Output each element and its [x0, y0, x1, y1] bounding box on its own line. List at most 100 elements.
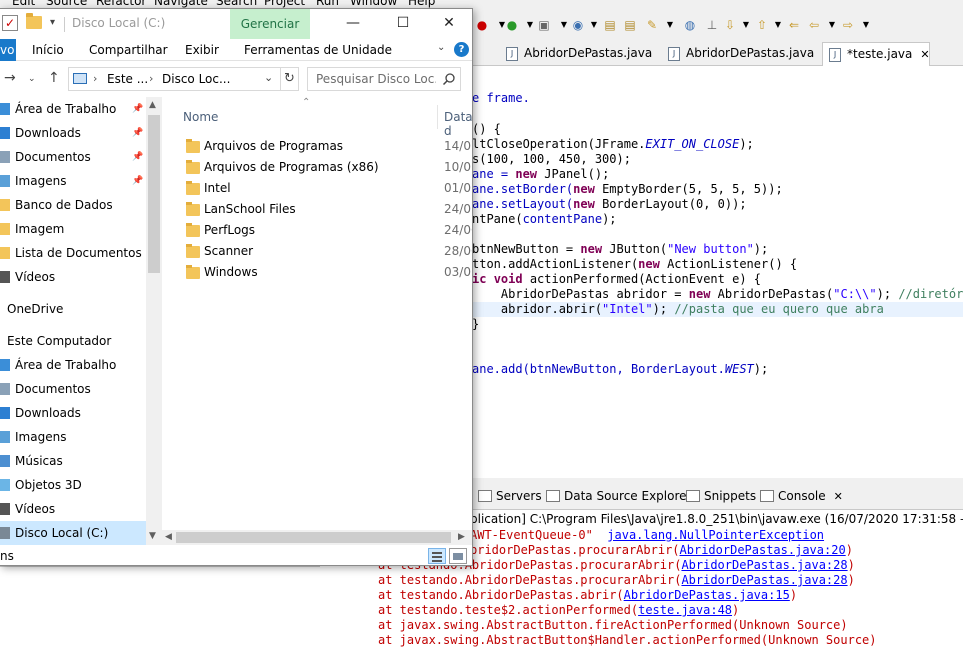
chevron-down-icon[interactable]: ⌄	[28, 74, 36, 84]
details-view-button[interactable]	[428, 548, 446, 564]
refresh-icon[interactable]: ↻	[280, 68, 298, 90]
menu-search[interactable]: Search	[216, 0, 257, 8]
console-link[interactable]: teste.java:48	[638, 603, 732, 617]
nav-item[interactable]: Objetos 3D	[0, 473, 146, 497]
nav-item[interactable]: Músicas	[0, 449, 146, 473]
list-item[interactable]: Windows 03/07	[180, 262, 472, 283]
breadcrumb-this-pc[interactable]: Este ...	[107, 72, 148, 86]
tab-drive-tools[interactable]: Ferramentas de Unidade	[244, 43, 392, 57]
scroll-left-icon[interactable]: ◀	[165, 532, 172, 542]
list-item[interactable]: Scanner 28/06	[180, 241, 472, 262]
menu-edit[interactable]: Edit	[12, 0, 35, 8]
nav-item[interactable]: Documentos 📌	[0, 145, 146, 169]
nav-item[interactable]: Imagem	[0, 217, 146, 241]
new-folder-icon[interactable]	[26, 13, 42, 29]
list-item[interactable]: Arquivos de Programas (x86) 10/07	[180, 157, 472, 178]
chevron-down-icon[interactable]: ⌄	[437, 42, 445, 53]
dropdown-icon[interactable]: ▼	[770, 18, 786, 32]
chevron-down-icon[interactable]: ⌄	[264, 71, 273, 84]
console-link[interactable]: java.lang.NullPointerException	[607, 528, 824, 542]
nav-scrollbar[interactable]: ▲ ▼	[146, 97, 162, 545]
run-icon[interactable]: ●	[504, 18, 520, 32]
last-edit-icon[interactable]: ⇐	[786, 18, 802, 32]
nav-item[interactable]: Vídeos	[0, 497, 146, 521]
menu-refactor[interactable]: Refactor	[96, 0, 146, 8]
nav-item[interactable]: Área de Trabalho	[0, 353, 146, 377]
column-divider[interactable]	[437, 105, 438, 129]
pin-icon[interactable]: 📌	[132, 169, 143, 193]
console-link[interactable]: AbridorDePastas.java:28	[681, 558, 847, 572]
console-link[interactable]: AbridorDePastas.java:15	[624, 588, 790, 602]
help-icon[interactable]: ?	[454, 42, 469, 57]
horizontal-scrollbar[interactable]: ◀ ▶	[162, 530, 472, 545]
scrollbar-thumb[interactable]	[176, 532, 451, 543]
back-icon[interactable]: ⇦	[806, 18, 822, 32]
menu-source[interactable]: Source	[46, 0, 87, 8]
nav-item[interactable]: Banco de Dados	[0, 193, 146, 217]
new-class-icon[interactable]: ◉	[570, 18, 586, 32]
manage-context-tab[interactable]: Gerenciar	[230, 9, 310, 39]
tab-servers[interactable]: Servers	[478, 489, 542, 503]
nav-item[interactable]: Documentos	[0, 377, 146, 401]
nav-item[interactable]: Vídeos	[0, 265, 146, 289]
tab-view[interactable]: Exibir	[185, 43, 219, 57]
chevron-down-icon[interactable]: ▾	[50, 17, 55, 28]
previous-annotation-icon[interactable]: ⇧	[754, 18, 770, 32]
list-item[interactable]: LanSchool Files 24/01	[180, 199, 472, 220]
forward-arrow-icon[interactable]: →	[4, 70, 16, 86]
nav-item[interactable]: Downloads	[0, 401, 146, 425]
nav-item[interactable]: OneDrive	[0, 297, 146, 321]
dropdown-icon[interactable]: ▼	[738, 18, 754, 32]
code-editor[interactable]: e frame. () { ltCloseOperation(JFrame.EX…	[470, 66, 963, 478]
nav-item[interactable]: Imagens	[0, 425, 146, 449]
menu-window[interactable]: Window	[350, 0, 397, 8]
tab-console[interactable]: Console ✕	[760, 489, 843, 503]
maximize-icon[interactable]: ☐	[380, 9, 426, 39]
menu-navigate[interactable]: Navigate	[154, 0, 208, 8]
open-task-icon[interactable]: ▤	[622, 18, 638, 32]
column-header-date[interactable]: Data d	[444, 110, 472, 138]
list-item[interactable]: Arquivos de Programas 14/07	[180, 136, 472, 157]
up-arrow-icon[interactable]: ↑	[48, 70, 60, 86]
editor-tab-abridor-2[interactable]: J AbridorDePastas.java	[662, 42, 822, 66]
pin-icon[interactable]: 📌	[132, 145, 143, 169]
pin-icon[interactable]: 📌	[132, 121, 143, 145]
tab-share[interactable]: Compartilhar	[89, 43, 168, 57]
editor-tab-teste[interactable]: J *teste.java ✕	[822, 42, 930, 66]
dropdown-icon[interactable]: ▼	[858, 18, 874, 32]
nav-item[interactable]: Este Computador	[0, 329, 146, 353]
large-icons-view-button[interactable]	[449, 548, 467, 564]
search-input[interactable]	[308, 68, 436, 90]
tab-home[interactable]: Início	[32, 43, 64, 57]
menu-help[interactable]: Help	[408, 0, 435, 8]
minimize-icon[interactable]: —	[330, 9, 376, 39]
address-bar[interactable]: › Este ... › Disco Loc... ⌄ ↻	[68, 67, 299, 91]
editor-tab-abridor-1[interactable]: J AbridorDePastas.java	[500, 42, 660, 66]
nav-item[interactable]: Lista de Documentos	[0, 241, 146, 265]
globe-icon[interactable]: ◍	[682, 18, 698, 32]
console-link[interactable]: AbridorDePastas.java:28	[681, 573, 847, 587]
scroll-down-icon[interactable]: ▼	[149, 531, 156, 541]
menu-project[interactable]: Project	[264, 0, 305, 8]
chevron-right-icon[interactable]: ›	[93, 72, 97, 85]
list-item[interactable]: PerfLogs 24/06	[180, 220, 472, 241]
tab-snippets[interactable]: Snippets	[686, 489, 756, 503]
dropdown-icon[interactable]: ▼	[662, 18, 678, 32]
scrollbar-thumb[interactable]	[148, 115, 160, 273]
scroll-right-icon[interactable]: ▶	[458, 532, 465, 542]
column-header-name[interactable]: Nome	[183, 110, 218, 124]
scroll-up-icon[interactable]: ▲	[149, 100, 156, 110]
open-type-icon[interactable]: ▤	[602, 18, 618, 32]
nav-item[interactable]: Área de Trabalho 📌	[0, 97, 146, 121]
pen-icon[interactable]: ✎	[644, 18, 660, 32]
chevron-right-icon[interactable]: ›	[149, 72, 153, 85]
properties-icon[interactable]: ✓	[2, 15, 18, 31]
title-bar[interactable]: ✓ ▾ Disco Local (C:) Gerenciar — ☐ ✕	[0, 9, 472, 39]
menu-run[interactable]: Run	[316, 0, 339, 8]
tab-data-source-explorer[interactable]: Data Source Explorer	[546, 489, 691, 503]
nav-item[interactable]: Disco Local (C:)	[0, 521, 146, 545]
dropdown-icon[interactable]: ▼	[824, 18, 840, 32]
close-icon[interactable]: ✕	[426, 9, 472, 39]
dropdown-icon[interactable]: ▼	[586, 18, 602, 32]
debug-icon[interactable]: ●	[474, 18, 490, 32]
